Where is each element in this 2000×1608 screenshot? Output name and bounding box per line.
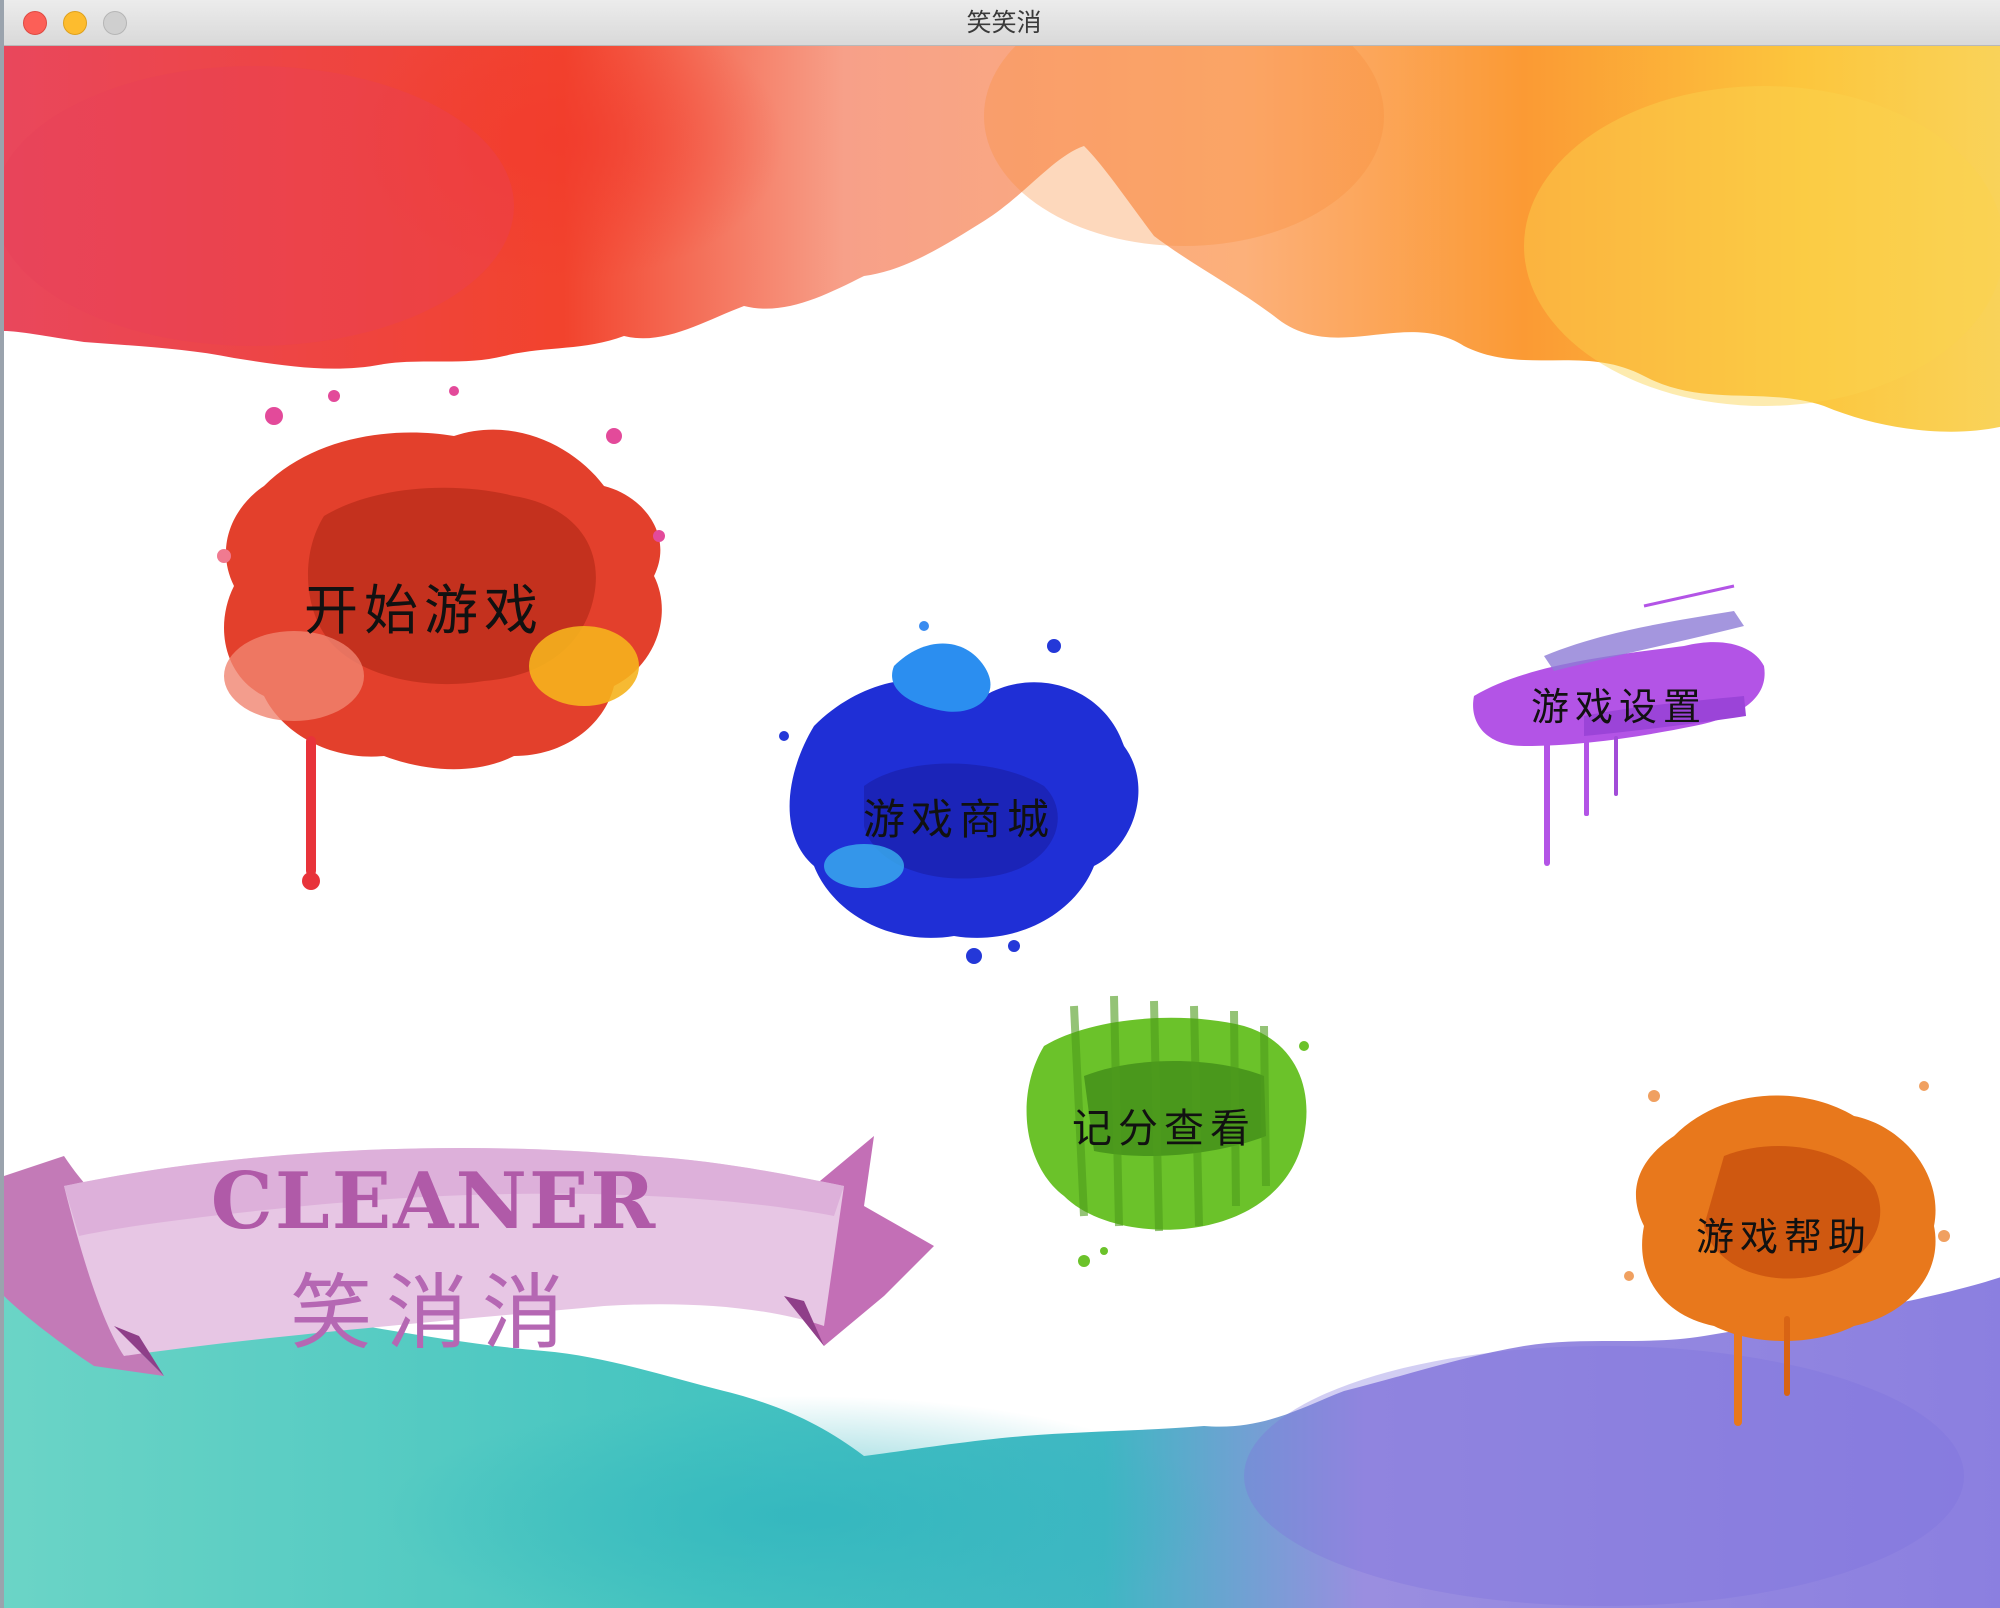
start-game-label: 开始游戏 — [304, 579, 544, 642]
game-settings-button[interactable]: 游戏设置 — [1464, 584, 1774, 896]
main-menu-scene: 开始游戏 游戏商城 游戏设置 记分查看 游戏帮助 CLEANER 笑消消 — [4, 46, 2000, 1608]
logo-english-text: CLEANER — [210, 1156, 658, 1247]
game-shop-label: 游戏商城 — [862, 795, 1055, 844]
score-view-label: 记分查看 — [1072, 1106, 1256, 1152]
app-window: 笑笑消 开始游戏 游戏商城 游戏设置 记分查看 游戏帮助 CLEANER 笑消消 — [0, 0, 2000, 1608]
game-shop-button[interactable]: 游戏商城 — [774, 606, 1144, 986]
cleaner-logo-banner: CLEANER 笑消消 — [4, 1096, 944, 1396]
title-bar[interactable]: 笑笑消 — [4, 0, 2000, 46]
score-view-button[interactable]: 记分查看 — [1004, 986, 1324, 1286]
game-settings-label: 游戏设置 — [1530, 685, 1707, 729]
window-title: 笑笑消 — [966, 8, 1042, 37]
game-help-label: 游戏帮助 — [1695, 1215, 1872, 1259]
game-help-button[interactable]: 游戏帮助 — [1614, 1056, 1954, 1436]
purple-brush-stroke-icon — [1473, 584, 1765, 866]
logo-chinese-text: 笑消消 — [289, 1266, 578, 1361]
start-game-button[interactable]: 开始游戏 — [204, 376, 684, 896]
